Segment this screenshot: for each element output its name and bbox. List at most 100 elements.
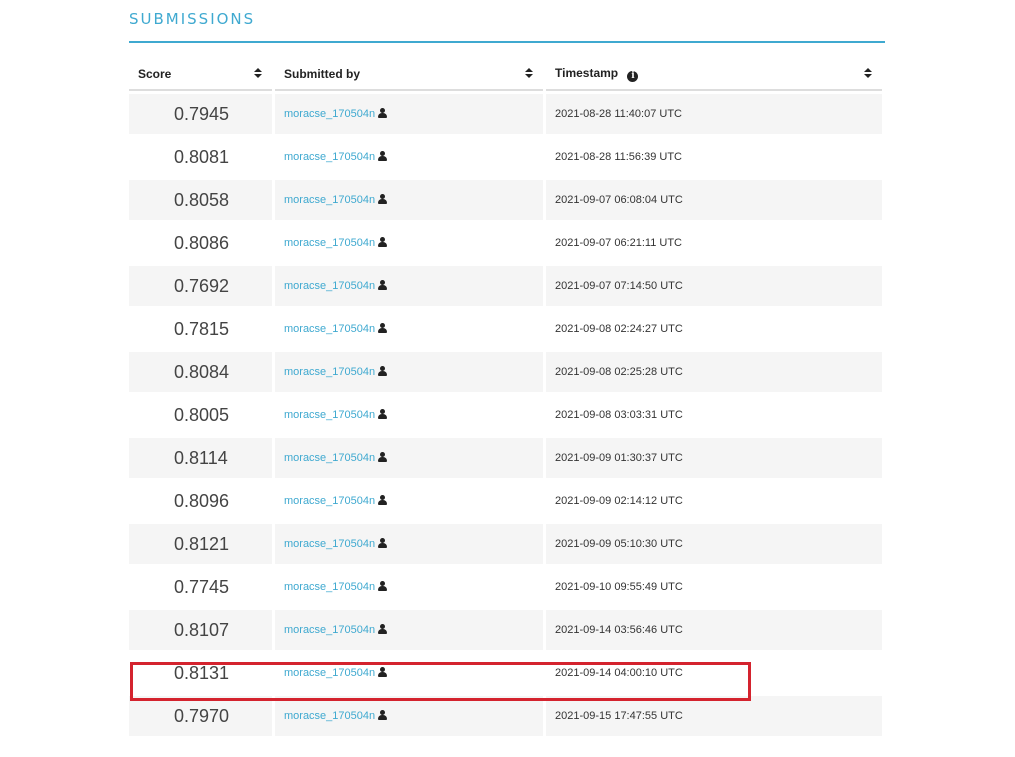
sort-icon[interactable] — [864, 68, 872, 80]
user-link[interactable]: moracse_170504n — [284, 280, 375, 292]
submitted-by-cell: moracse_170504n — [275, 266, 543, 306]
user-link[interactable]: moracse_170504n — [284, 710, 375, 722]
table-row: 0.8096 moracse_170504n 2021-09-09 02:14:12… — [129, 481, 882, 521]
user-icon — [378, 323, 388, 333]
table-row: 0.7945 moracse_170504n 2021-08-28 11:40:07… — [129, 94, 882, 134]
user-link[interactable]: moracse_170504n — [284, 366, 375, 378]
user-link[interactable]: moracse_170504n — [284, 538, 375, 550]
user-link[interactable]: moracse_170504n — [284, 581, 375, 593]
table-row: 0.8058 moracse_170504n 2021-09-07 06:08:04… — [129, 180, 882, 220]
user-link[interactable]: moracse_170504n — [284, 237, 375, 249]
user-link[interactable]: moracse_170504n — [284, 452, 375, 464]
table-row: 0.8084 moracse_170504n 2021-09-08 02:25:28… — [129, 352, 882, 392]
user-icon — [378, 667, 388, 677]
table-row: 0.7745 moracse_170504n 2021-09-10 09:55:49… — [129, 567, 882, 607]
user-link[interactable]: moracse_170504n — [284, 108, 375, 120]
score-cell: 0.8121 — [129, 524, 272, 564]
user-link[interactable]: moracse_170504n — [284, 495, 375, 507]
timestamp-cell: 2021-08-28 11:40:07 UTC — [546, 94, 882, 134]
user-icon — [378, 452, 388, 462]
table-row: 0.8005 moracse_170504n 2021-09-08 03:03:31… — [129, 395, 882, 435]
score-cell: 0.8086 — [129, 223, 272, 263]
timestamp-cell: 2021-09-08 03:03:31 UTC — [546, 395, 882, 435]
sort-icon[interactable] — [254, 68, 262, 80]
timestamp-cell: 2021-09-08 02:24:27 UTC — [546, 309, 882, 349]
submissions-table-body: 0.7945 moracse_170504n 2021-08-28 11:40:07… — [129, 94, 882, 736]
sort-icon[interactable] — [525, 68, 533, 80]
user-icon — [378, 280, 388, 290]
timestamp-cell: 2021-09-09 05:10:30 UTC — [546, 524, 882, 564]
timestamp-cell: 2021-08-28 11:56:39 UTC — [546, 137, 882, 177]
user-icon — [378, 194, 388, 204]
table-row: 0.8081 moracse_170504n 2021-08-28 11:56:39… — [129, 137, 882, 177]
section-title-rule — [129, 41, 885, 43]
submitted-by-cell: moracse_170504n — [275, 395, 543, 435]
user-icon — [378, 495, 388, 505]
timestamp-cell: 2021-09-15 17:47:55 UTC — [546, 696, 882, 736]
submitted-by-cell: moracse_170504n — [275, 524, 543, 564]
table-row: 0.8121 moracse_170504n 2021-09-09 05:10:30… — [129, 524, 882, 564]
submissions-table-container: Score Submitted by Timestamp i 0.7945 mor… — [129, 56, 885, 739]
user-icon — [378, 366, 388, 376]
user-link[interactable]: moracse_170504n — [284, 151, 375, 163]
score-cell: 0.8107 — [129, 610, 272, 650]
score-cell: 0.8084 — [129, 352, 272, 392]
submitted-by-cell: moracse_170504n — [275, 653, 543, 693]
submitted-by-cell: moracse_170504n — [275, 94, 543, 134]
user-icon — [378, 538, 388, 548]
submitted-by-cell: moracse_170504n — [275, 567, 543, 607]
submitted-by-cell: moracse_170504n — [275, 610, 543, 650]
user-icon — [378, 237, 388, 247]
score-cell: 0.8005 — [129, 395, 272, 435]
column-header-timestamp-label: Timestamp — [555, 66, 619, 80]
user-icon — [378, 624, 388, 634]
user-icon — [378, 108, 388, 118]
user-link[interactable]: moracse_170504n — [284, 323, 375, 335]
timestamp-cell: 2021-09-09 01:30:37 UTC — [546, 438, 882, 478]
submitted-by-cell: moracse_170504n — [275, 438, 543, 478]
timestamp-cell: 2021-09-07 06:21:11 UTC — [546, 223, 882, 263]
score-cell: 0.8114 — [129, 438, 272, 478]
column-header-submitted-by-label: Submitted by — [284, 67, 361, 81]
submitted-by-cell: moracse_170504n — [275, 180, 543, 220]
user-link[interactable]: moracse_170504n — [284, 667, 375, 679]
user-link[interactable]: moracse_170504n — [284, 624, 375, 636]
timestamp-cell: 2021-09-14 04:00:10 UTC — [546, 653, 882, 693]
timestamp-cell: 2021-09-10 09:55:49 UTC — [546, 567, 882, 607]
score-cell: 0.7692 — [129, 266, 272, 306]
user-icon — [378, 710, 388, 720]
score-cell: 0.7745 — [129, 567, 272, 607]
info-icon[interactable]: i — [627, 71, 639, 82]
user-icon — [378, 151, 388, 161]
submitted-by-cell: moracse_170504n — [275, 137, 543, 177]
submitted-by-cell: moracse_170504n — [275, 309, 543, 349]
column-header-score-label: Score — [138, 67, 172, 81]
table-row: 0.7970 moracse_170504n 2021-09-15 17:47:55… — [129, 696, 882, 736]
timestamp-cell: 2021-09-07 06:08:04 UTC — [546, 180, 882, 220]
column-header-submitted-by[interactable]: Submitted by — [275, 59, 543, 91]
table-row: 0.8131 moracse_170504n 2021-09-14 04:00:10… — [129, 653, 882, 693]
user-link[interactable]: moracse_170504n — [284, 194, 375, 206]
score-cell: 0.8081 — [129, 137, 272, 177]
score-cell: 0.7815 — [129, 309, 272, 349]
table-header-row: Score Submitted by Timestamp i — [129, 59, 882, 91]
table-row: 0.8086 moracse_170504n 2021-09-07 06:21:11… — [129, 223, 882, 263]
table-row: 0.8107 moracse_170504n 2021-09-14 03:56:46… — [129, 610, 882, 650]
table-row: 0.8114 moracse_170504n 2021-09-09 01:30:37… — [129, 438, 882, 478]
table-row: 0.7692 moracse_170504n 2021-09-07 07:14:50… — [129, 266, 882, 306]
score-cell: 0.8058 — [129, 180, 272, 220]
score-cell: 0.7970 — [129, 696, 272, 736]
column-header-timestamp[interactable]: Timestamp i — [546, 59, 882, 91]
score-cell: 0.8131 — [129, 653, 272, 693]
user-icon — [378, 581, 388, 591]
timestamp-cell: 2021-09-09 02:14:12 UTC — [546, 481, 882, 521]
score-cell: 0.8096 — [129, 481, 272, 521]
submitted-by-cell: moracse_170504n — [275, 223, 543, 263]
submissions-table: Score Submitted by Timestamp i 0.7945 mor… — [126, 56, 885, 739]
section-title: SUBMISSIONS — [129, 10, 256, 28]
timestamp-cell: 2021-09-07 07:14:50 UTC — [546, 266, 882, 306]
column-header-score[interactable]: Score — [129, 59, 272, 91]
score-cell: 0.7945 — [129, 94, 272, 134]
user-link[interactable]: moracse_170504n — [284, 409, 375, 421]
submitted-by-cell: moracse_170504n — [275, 352, 543, 392]
